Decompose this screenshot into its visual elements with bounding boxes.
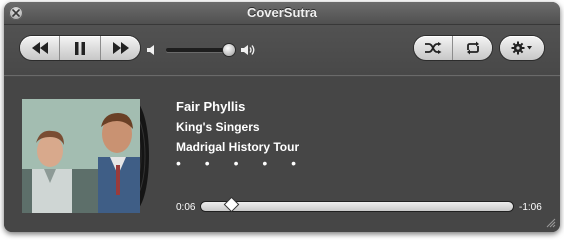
shuffle-icon [425, 42, 442, 54]
track-artist: King's Singers [176, 120, 260, 134]
window-title: CoverSutra [246, 5, 318, 20]
rewind-button[interactable] [20, 36, 60, 60]
fast-forward-button[interactable] [101, 36, 140, 60]
pause-button[interactable] [60, 36, 101, 60]
toolbar [4, 25, 560, 76]
transport-controls [20, 36, 140, 60]
track-album: Madrigal History Tour [176, 140, 300, 154]
resize-grip-icon[interactable] [546, 218, 556, 228]
rating-dots[interactable]: • • • • • [176, 155, 306, 171]
volume-slider-knob[interactable] [223, 44, 235, 56]
repeat-icon [466, 41, 479, 55]
shuffle-button[interactable] [414, 36, 453, 60]
elapsed-time: 0:06 [176, 202, 196, 213]
progress-knob[interactable] [225, 198, 238, 211]
track-title: Fair Phyllis [176, 99, 246, 114]
pause-icon [75, 41, 85, 55]
speaker-high-icon[interactable] [240, 43, 256, 57]
album-cover-image [22, 99, 140, 213]
settings-menu[interactable] [500, 36, 544, 60]
playback-mode-controls [414, 36, 492, 60]
speaker-low-icon[interactable] [146, 44, 158, 56]
settings-button[interactable] [500, 36, 544, 60]
remaining-time: -1:06 [519, 202, 542, 213]
fast-forward-icon [112, 42, 129, 54]
gear-icon [511, 41, 532, 55]
progress-bar[interactable] [201, 198, 513, 211]
album-cover[interactable] [22, 99, 140, 213]
title-bar[interactable]: CoverSutra [4, 2, 560, 25]
rewind-icon [31, 42, 48, 54]
repeat-button[interactable] [453, 36, 492, 60]
now-playing-panel: Fair Phyllis King's Singers Madrigal His… [4, 77, 560, 232]
player-window: CoverSutra Fair Phyllis King's Singers M… [4, 2, 560, 232]
